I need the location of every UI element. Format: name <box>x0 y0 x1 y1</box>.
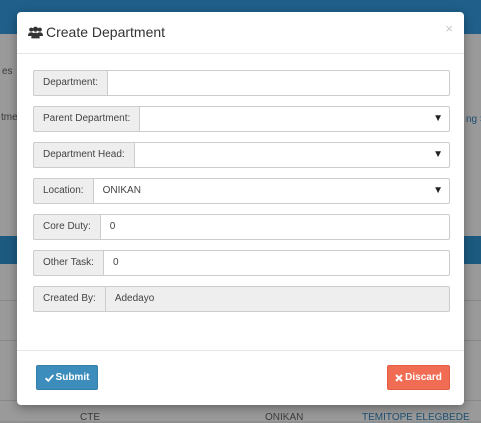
background-text: ONIKAN <box>265 412 304 423</box>
parent-department-label: Parent Department: <box>33 106 140 132</box>
discard-label: Discard <box>405 372 442 383</box>
department-input[interactable] <box>107 70 450 96</box>
location-label: Location: <box>33 178 93 204</box>
created-by-field: Adedayo <box>104 286 450 312</box>
times-icon <box>395 373 403 382</box>
department-head-select[interactable]: ▼ <box>133 142 450 168</box>
other-task-field-group: Other Task: 0 <box>33 250 450 276</box>
parent-department-field-group: Parent Department: ▼ <box>33 106 450 132</box>
check-icon <box>44 373 54 382</box>
other-task-input[interactable]: 0 <box>102 250 450 276</box>
caret-down-icon: ▼ <box>433 185 443 196</box>
background-text: tme <box>1 112 18 123</box>
parent-department-select[interactable]: ▼ <box>139 106 450 132</box>
core-duty-field-group: Core Duty: 0 <box>33 214 450 240</box>
other-task-label: Other Task: <box>33 250 103 276</box>
location-field-group: Location: ONIKAN ▼ <box>33 178 450 204</box>
modal-footer-divider <box>17 350 464 351</box>
core-duty-label: Core Duty: <box>33 214 100 240</box>
caret-down-icon: ▼ <box>433 149 443 160</box>
close-button[interactable]: × <box>445 21 453 36</box>
modal-header: Create Department × <box>17 12 464 54</box>
department-head-field-group: Department Head: ▼ <box>33 142 450 168</box>
modal-title: Create Department <box>46 24 166 40</box>
caret-down-icon: ▼ <box>433 113 443 124</box>
users-icon <box>28 26 43 38</box>
background-text: ng S <box>466 114 481 125</box>
core-duty-input[interactable]: 0 <box>99 214 450 240</box>
department-label: Department: <box>33 70 108 96</box>
created-by-field-group: Created By: Adedayo <box>33 286 450 312</box>
background-text: CTE <box>80 412 100 423</box>
background-text: es <box>2 66 13 77</box>
department-head-label: Department Head: <box>33 142 134 168</box>
background-text: TEMITOPE ELEGBEDE <box>362 412 470 423</box>
create-department-modal: Create Department × Department: Parent D… <box>17 12 464 405</box>
location-select[interactable]: ONIKAN ▼ <box>92 178 450 204</box>
modal-title-group: Create Department <box>28 24 165 40</box>
submit-label: Submit <box>55 372 90 383</box>
discard-button[interactable]: Discard <box>387 365 450 390</box>
location-value: ONIKAN <box>102 185 141 196</box>
department-field-group: Department: <box>33 70 450 96</box>
created-by-label: Created By: <box>33 286 105 312</box>
submit-button[interactable]: Submit <box>36 365 98 390</box>
